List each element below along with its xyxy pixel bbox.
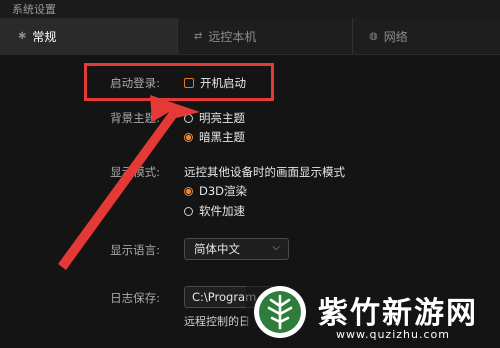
watermark-url: www.quzizhu.com <box>336 328 450 341</box>
watermark-name: 紫竹新游网 <box>318 296 478 331</box>
watermark-logo-icon <box>254 286 306 338</box>
